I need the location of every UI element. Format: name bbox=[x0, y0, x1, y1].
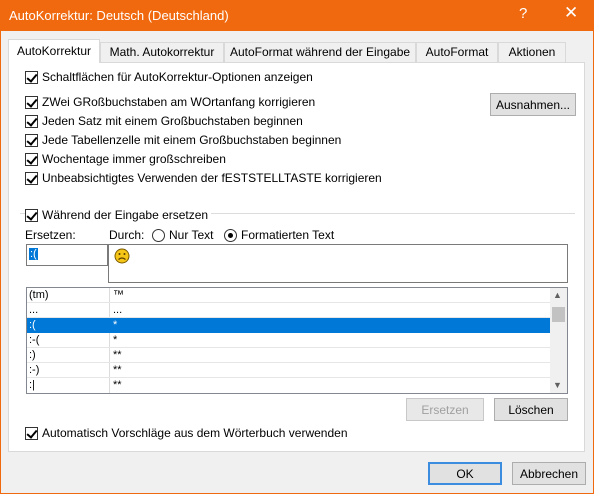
list-item-from: :| bbox=[29, 379, 35, 391]
list-scrollbar[interactable]: ▲ ▼ bbox=[550, 288, 567, 393]
list-item-from: :( bbox=[29, 319, 36, 331]
checkbox-box[interactable] bbox=[25, 70, 38, 84]
list-item-to: ... bbox=[113, 304, 123, 316]
list-item-to: ** bbox=[113, 349, 122, 361]
tab-autokorrektur[interactable]: AutoKorrektur bbox=[8, 39, 100, 63]
list-item[interactable]: :-) ** bbox=[27, 363, 551, 378]
scroll-down-icon[interactable]: ▼ bbox=[553, 380, 562, 390]
list-item[interactable]: :| ** bbox=[27, 378, 551, 393]
with-input[interactable] bbox=[108, 244, 568, 283]
radio-circle[interactable] bbox=[224, 228, 237, 242]
checkbox-box[interactable] bbox=[25, 95, 38, 109]
checkbox-box[interactable] bbox=[25, 208, 38, 222]
list-item-from: ... bbox=[29, 304, 39, 316]
close-button[interactable]: ✕ bbox=[564, 3, 578, 23]
cancel-button[interactable]: Abbrechen bbox=[512, 462, 586, 485]
list-item-from: :-( bbox=[29, 334, 40, 346]
window-title: AutoKorrektur: Deutsch (Deutschland) bbox=[9, 8, 229, 23]
checkbox-label: ZWei GRoßbuchstaben am WOrtanfang korrig… bbox=[42, 95, 316, 109]
replace-input[interactable]: :( bbox=[26, 244, 108, 266]
two-caps-checkbox[interactable]: ZWei GRoßbuchstaben am WOrtanfang korrig… bbox=[25, 94, 315, 110]
column-separator bbox=[109, 333, 110, 348]
dictionary-suggestions-checkbox[interactable]: Automatisch Vorschläge aus dem Wörterbuc… bbox=[25, 425, 348, 441]
replace-while-typing-checkbox[interactable]: Während der Eingabe ersetzen bbox=[25, 207, 212, 223]
checkbox-label: Während der Eingabe ersetzen bbox=[42, 208, 209, 222]
ok-button[interactable]: OK bbox=[428, 462, 502, 485]
radio-formatted-text[interactable]: Formatierten Text bbox=[224, 228, 334, 242]
replace-button[interactable]: Ersetzen bbox=[406, 398, 484, 421]
checkbox-label: Wochentage immer großschreiben bbox=[42, 152, 226, 166]
radio-plain-text[interactable]: Nur Text bbox=[152, 228, 213, 242]
checkbox-label: Jeden Satz mit einem Großbuchstaben begi… bbox=[42, 114, 303, 128]
checkbox-box[interactable] bbox=[25, 426, 38, 440]
show-options-buttons-checkbox[interactable]: Schaltflächen für AutoKorrektur-Optionen… bbox=[25, 69, 313, 85]
help-button[interactable]: ? bbox=[519, 5, 527, 22]
radio-circle[interactable] bbox=[152, 228, 165, 242]
radio-label: Nur Text bbox=[169, 228, 214, 242]
column-separator bbox=[109, 288, 110, 303]
tab-aktionen[interactable]: Aktionen bbox=[498, 42, 566, 62]
checkbox-label: Jede Tabellenzelle mit einem Großbuchsta… bbox=[42, 133, 342, 147]
checkbox-box[interactable] bbox=[25, 114, 38, 128]
sentence-caps-checkbox[interactable]: Jeden Satz mit einem Großbuchstaben begi… bbox=[25, 113, 303, 129]
frowning-face-icon bbox=[114, 248, 130, 264]
scroll-up-icon[interactable]: ▲ bbox=[553, 290, 562, 300]
exceptions-button[interactable]: Ausnahmen... bbox=[490, 93, 576, 116]
weekday-caps-checkbox[interactable]: Wochentage immer großschreiben bbox=[25, 151, 226, 167]
list-item-selected[interactable]: :( * bbox=[27, 318, 551, 333]
replace-label: Ersetzen: bbox=[25, 228, 76, 242]
list-item-to: ™ bbox=[113, 289, 124, 301]
list-item-to: * bbox=[113, 319, 118, 331]
replace-input-value: :( bbox=[29, 248, 38, 260]
table-cell-caps-checkbox[interactable]: Jede Tabellenzelle mit einem Großbuchsta… bbox=[25, 132, 341, 148]
title-bar: AutoKorrektur: Deutsch (Deutschland) ? ✕ bbox=[0, 0, 594, 31]
list-item-from: :) bbox=[29, 349, 36, 361]
autocorrect-list[interactable]: (tm) ™ ... ... :( * :-( * :) ** :-) ** :… bbox=[26, 287, 568, 394]
tab-autoformat-eingabe[interactable]: AutoFormat während der Eingabe bbox=[224, 42, 416, 62]
radio-label: Formatierten Text bbox=[241, 228, 335, 242]
list-item[interactable]: :-( * bbox=[27, 333, 551, 348]
list-item[interactable]: ... ... bbox=[27, 303, 551, 318]
column-separator bbox=[109, 303, 110, 318]
caps-lock-checkbox[interactable]: Unbeabsichtigtes Verwenden der fESTSTELL… bbox=[25, 170, 382, 186]
tab-autoformat[interactable]: AutoFormat bbox=[416, 42, 498, 62]
list-item[interactable]: :) ** bbox=[27, 348, 551, 363]
list-item-to: ** bbox=[113, 379, 122, 391]
list-item[interactable]: (tm) ™ bbox=[27, 288, 551, 303]
scroll-thumb[interactable] bbox=[552, 307, 565, 322]
checkbox-label: Automatisch Vorschläge aus dem Wörterbuc… bbox=[42, 426, 348, 440]
with-label: Durch: bbox=[109, 228, 145, 242]
list-item-to: ** bbox=[113, 364, 122, 376]
checkbox-box[interactable] bbox=[25, 152, 38, 166]
checkbox-label: Schaltflächen für AutoKorrektur-Optionen… bbox=[42, 70, 313, 84]
list-item-from: (tm) bbox=[29, 289, 49, 301]
checkbox-box[interactable] bbox=[25, 171, 38, 185]
column-separator bbox=[109, 378, 110, 393]
column-separator bbox=[109, 363, 110, 378]
checkbox-box[interactable] bbox=[25, 133, 38, 147]
list-item-from: :-) bbox=[29, 364, 40, 376]
tab-math-autokorrektur[interactable]: Math. Autokorrektur bbox=[100, 42, 224, 62]
delete-button[interactable]: Löschen bbox=[494, 398, 568, 421]
checkbox-label: Unbeabsichtigtes Verwenden der fESTSTELL… bbox=[42, 171, 382, 185]
list-item-to: * bbox=[113, 334, 118, 346]
column-separator bbox=[109, 348, 110, 363]
